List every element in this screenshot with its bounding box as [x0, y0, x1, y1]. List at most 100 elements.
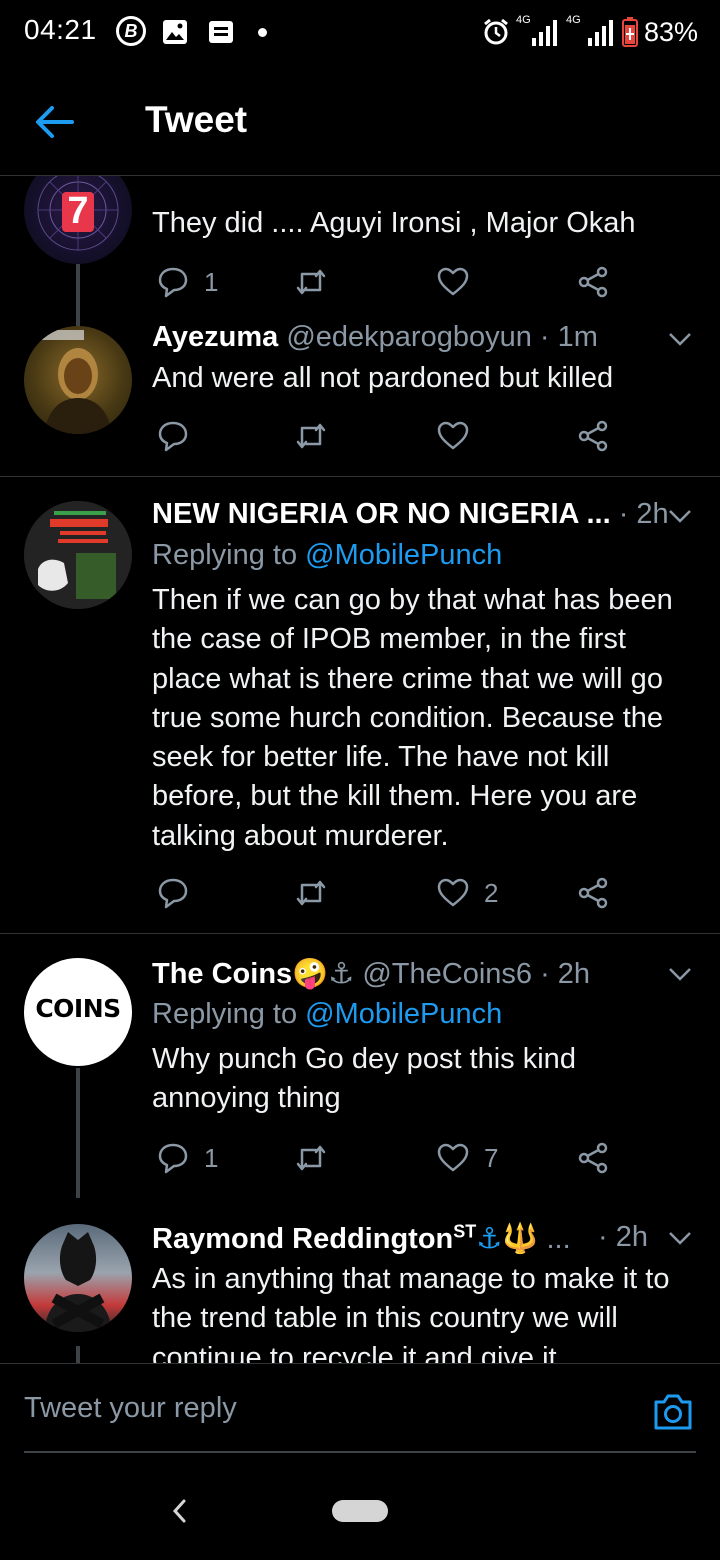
gallery-notification-icon [163, 20, 187, 44]
share-button[interactable] [576, 262, 610, 302]
author-name-suffix: ST [453, 1221, 477, 1242]
tweet-header: Ayezuma @edekparogboyun · 1m [152, 321, 598, 354]
share-button[interactable] [576, 416, 610, 456]
tweet-actions: 2 [152, 873, 622, 913]
reply-button[interactable]: 1 [156, 262, 218, 302]
tweet-time: · 2h [618, 498, 669, 530]
like-button[interactable]: 7 [436, 1138, 498, 1178]
tweet-item[interactable]: COINS The Coins🤪⚓ @TheCoins6 · 2h Replyi… [0, 934, 720, 1198]
reply-button[interactable] [156, 416, 204, 456]
back-arrow-icon[interactable] [30, 102, 80, 142]
nav-home-pill[interactable] [332, 1500, 388, 1522]
tweet-item[interactable]: NEW NIGERIA OR NO NIGERIA ... · 2h Reply… [0, 477, 720, 933]
message-notification-icon [209, 21, 233, 43]
share-icon [578, 1142, 608, 1174]
tweet-header: Raymond ReddingtonST⚓🔱 ... [152, 1221, 571, 1256]
retweet-icon [296, 269, 326, 295]
tweet-actions [152, 416, 622, 456]
avatar[interactable] [24, 501, 132, 609]
replying-to: Replying to @MobilePunch [152, 539, 502, 572]
tweet-text: Then if we can go by that what has been … [152, 584, 673, 852]
reply-icon [158, 878, 188, 909]
name-ellipsis: ... [546, 1223, 571, 1255]
tweet-time: · 1m [539, 321, 598, 353]
reply-input[interactable]: Tweet your reply [24, 1392, 237, 1425]
bitcoin-notification-icon: B [116, 16, 146, 46]
retweet-button[interactable] [294, 416, 342, 456]
tweet-actions: 1 [152, 262, 622, 302]
chevron-down-icon[interactable] [668, 1230, 692, 1246]
reply-input-underline [24, 1451, 696, 1453]
reply-icon [158, 267, 188, 298]
replying-prefix: Replying to [152, 998, 306, 1030]
status-bar: 04:21 B 4G 4G 83% [0, 0, 720, 66]
author-handle[interactable]: @TheCoins6 [362, 958, 532, 990]
author-name[interactable]: The Coins [152, 958, 292, 990]
black-panther-avatar-icon [44, 1232, 112, 1332]
share-button[interactable] [576, 873, 610, 913]
heart-icon [437, 267, 469, 296]
status-right: 4G 4G 83% [482, 14, 698, 50]
tweet-actions: 1 7 [152, 1138, 622, 1178]
replying-to-mention[interactable]: @MobilePunch [305, 998, 502, 1030]
author-name[interactable]: NEW NIGERIA OR NO NIGERIA ... [152, 498, 611, 530]
tweet-header: NEW NIGERIA OR NO NIGERIA ... · 2h [152, 498, 669, 531]
thread-line [76, 1068, 80, 1198]
like-count: 2 [484, 877, 499, 908]
avatar[interactable] [24, 1224, 132, 1332]
retweet-icon [296, 880, 326, 906]
signal-1-icon: 4G [516, 14, 560, 48]
chevron-down-icon[interactable] [668, 508, 692, 524]
reply-icon [158, 421, 188, 452]
reply-composer: Tweet your reply [0, 1363, 720, 1453]
avatar[interactable]: COINS [24, 958, 132, 1066]
share-button[interactable] [576, 1138, 610, 1178]
reply-feed[interactable]: 7 They did .... Aguyi Ironsi , Major Oka… [0, 176, 720, 1363]
reply-button[interactable]: 1 [156, 1138, 218, 1178]
share-icon [578, 266, 608, 298]
status-time: 04:21 [24, 14, 97, 45]
retweet-button[interactable] [294, 873, 342, 913]
protest-poster-avatar-icon [24, 501, 132, 609]
tweet-text: They did .... Aguyi Ironsi , Major Okah [152, 207, 636, 239]
reply-count: 1 [204, 1142, 219, 1173]
avatar[interactable] [24, 326, 132, 434]
like-button[interactable] [436, 262, 484, 302]
share-icon [578, 877, 608, 909]
share-icon [578, 420, 608, 452]
author-emoji: ⚓🔱 [476, 1223, 539, 1255]
retweet-button[interactable] [294, 1138, 342, 1178]
alarm-icon [484, 18, 508, 45]
thread-line [76, 1346, 80, 1363]
tweet-item[interactable]: 7 They did .... Aguyi Ironsi , Major Oka… [0, 176, 720, 334]
replying-to: Replying to @MobilePunch [152, 998, 502, 1031]
avatar[interactable]: 7 [24, 176, 132, 264]
author-name[interactable]: Ayezuma [152, 321, 278, 353]
author-name[interactable]: Raymond Reddington [152, 1223, 453, 1255]
camera-icon[interactable] [652, 1392, 694, 1432]
more-notifications-dot [258, 28, 267, 37]
reply-button[interactable] [156, 873, 204, 913]
tweet-time: · 2h [540, 958, 591, 990]
chevron-down-icon[interactable] [668, 966, 692, 982]
avatar-logo-text: COINS [35, 994, 121, 1023]
battery-percentage: 83% [643, 16, 698, 47]
author-handle[interactable]: @edekparogboyun [286, 321, 532, 353]
nav-back-icon[interactable] [170, 1498, 190, 1524]
retweet-icon [296, 1145, 326, 1171]
battery-icon [621, 17, 638, 47]
like-button[interactable] [436, 416, 484, 456]
reply-count: 1 [204, 266, 219, 297]
top-app-bar: Tweet [0, 66, 720, 176]
tweet-item[interactable]: Raymond ReddingtonST⚓🔱 ... · 2h As in an… [0, 1196, 720, 1363]
replying-to-mention[interactable]: @MobilePunch [305, 539, 502, 571]
reply-icon [158, 1143, 188, 1174]
tweet-item[interactable]: Ayezuma @edekparogboyun · 1m And were al… [0, 316, 720, 476]
avatar-number: 7 [67, 190, 89, 232]
retweet-button[interactable] [294, 262, 342, 302]
like-button[interactable]: 2 [436, 873, 498, 913]
retweet-icon [296, 423, 326, 449]
heart-icon [437, 878, 469, 907]
heart-icon [437, 1143, 469, 1172]
chevron-down-icon[interactable] [668, 331, 692, 347]
